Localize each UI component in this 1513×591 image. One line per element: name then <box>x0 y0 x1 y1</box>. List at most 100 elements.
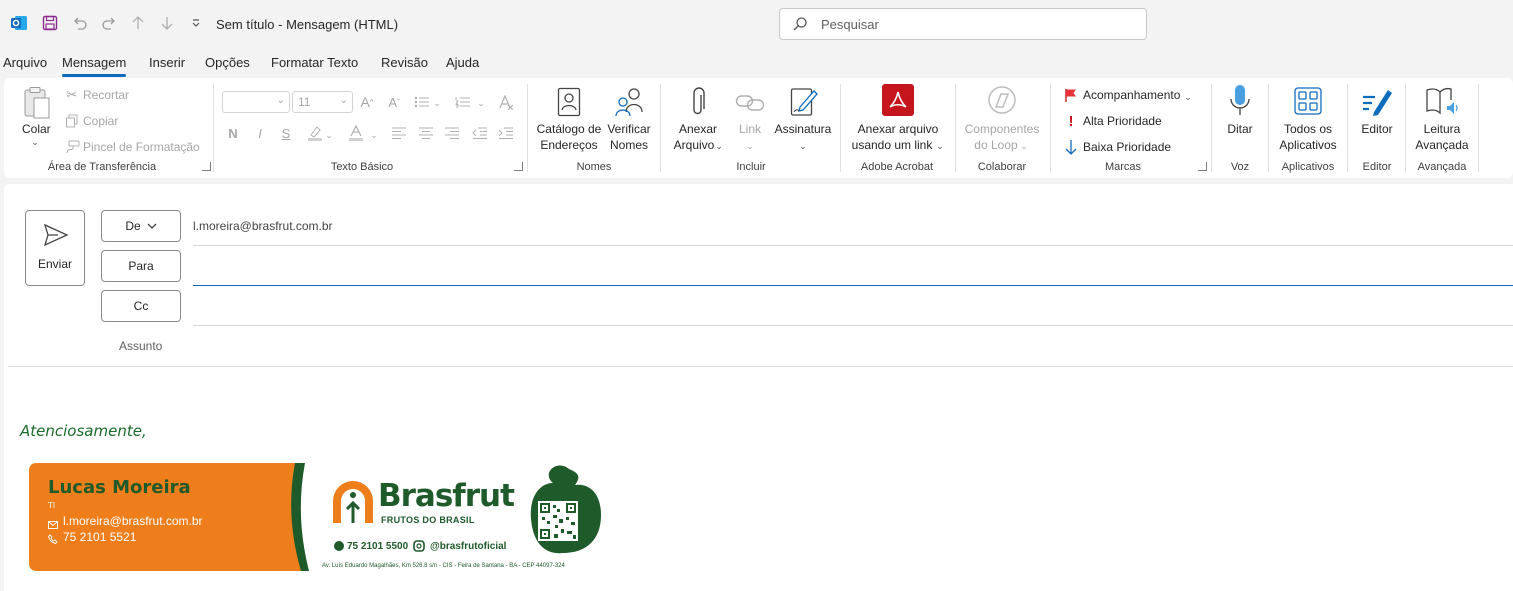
cut-button[interactable]: Recortar <box>83 87 129 103</box>
loop-components-icon[interactable] <box>986 85 1018 117</box>
chevron-down-icon[interactable]: ⌄ <box>1019 137 1029 155</box>
highlight-icon[interactable] <box>306 124 324 142</box>
align-left-icon[interactable] <box>390 124 408 142</box>
search-box[interactable]: Pesquisar <box>779 8 1147 40</box>
low-importance-icon <box>1062 138 1080 156</box>
paste-chevron-icon[interactable]: ⌄ <box>28 136 42 148</box>
signature-icon[interactable] <box>789 86 819 118</box>
numbering-icon[interactable] <box>454 93 472 111</box>
bullets-icon[interactable] <box>413 93 431 111</box>
loop-label-2[interactable]: do Loop <box>968 137 1024 153</box>
chevron-down-icon[interactable]: ⌄ <box>324 126 334 144</box>
copy-button[interactable]: Copiar <box>83 113 118 129</box>
chevron-down-icon[interactable]: ⌄ <box>476 94 486 112</box>
redo-icon[interactable] <box>99 13 119 33</box>
immersive-reader-label-1[interactable]: Leitura <box>1414 121 1470 137</box>
chevron-down-icon[interactable]: ⌄ <box>714 137 724 155</box>
address-book-label-2[interactable]: Endereços <box>536 137 602 153</box>
tab-arquivo[interactable]: Arquivo <box>3 55 47 70</box>
chevron-down-icon[interactable]: ⌄ <box>798 137 808 155</box>
adobe-acrobat-icon[interactable] <box>882 84 914 116</box>
font-size-value: 11 <box>298 95 311 109</box>
grow-font-icon[interactable]: A ^ <box>358 93 376 111</box>
address-book-icon[interactable] <box>556 86 582 118</box>
immersive-reader-label-2[interactable]: Avançada <box>1414 137 1470 153</box>
link-label[interactable]: Link <box>737 121 763 137</box>
dictate-label[interactable]: Ditar <box>1224 121 1256 137</box>
customize-toolbar-icon[interactable] <box>186 13 206 33</box>
signature-email[interactable]: l.moreira@brasfrut.com.br <box>63 514 203 528</box>
closing-text[interactable]: Atenciosamente, <box>20 422 147 440</box>
chevron-down-icon[interactable]: ⌄ <box>369 126 379 144</box>
low-importance-button[interactable]: Baixa Prioridade <box>1083 139 1171 155</box>
align-center-icon[interactable] <box>417 124 435 142</box>
clear-formatting-icon[interactable] <box>497 93 515 111</box>
tab-ajuda[interactable]: Ajuda <box>446 55 479 70</box>
font-size-combo[interactable]: 11 ⌄ <box>292 91 353 113</box>
signature-label[interactable]: Assinatura <box>773 121 833 137</box>
format-painter-icon <box>63 138 81 156</box>
phone-icon <box>47 531 58 549</box>
format-painter-button[interactable]: Pincel de Formatação <box>83 139 200 155</box>
all-apps-icon[interactable] <box>1292 86 1324 116</box>
check-names-label-2[interactable]: Nomes <box>605 137 653 153</box>
tags-launcher-icon[interactable] <box>1198 162 1207 171</box>
tab-revisao[interactable]: Revisão <box>381 55 428 70</box>
tab-opcoes[interactable]: Opções <box>205 55 250 70</box>
cc-input[interactable] <box>193 292 1513 324</box>
to-button[interactable]: Para <box>101 250 181 282</box>
loop-label-1[interactable]: Componentes <box>964 121 1040 137</box>
editor-label[interactable]: Editor <box>1358 121 1396 137</box>
font-color-icon[interactable] <box>347 124 365 142</box>
instagram-handle: @brasfrutoficial <box>430 541 507 552</box>
attach-file-label-2[interactable]: Arquivo <box>667 137 721 153</box>
arrow-down-icon[interactable] <box>157 13 177 33</box>
high-importance-button[interactable]: Alta Prioridade <box>1083 113 1162 129</box>
tab-formatar-texto[interactable]: Formatar Texto <box>271 55 358 70</box>
chevron-down-icon[interactable]: ⌄ <box>935 137 945 155</box>
all-apps-label-1[interactable]: Todos os <box>1278 121 1338 137</box>
bold-icon[interactable]: N <box>224 124 242 142</box>
paste-label[interactable]: Colar <box>22 121 51 137</box>
subject-placeholder[interactable]: Assunto <box>119 339 162 353</box>
increase-indent-icon[interactable] <box>497 124 515 142</box>
tab-mensagem[interactable]: Mensagem <box>62 55 127 77</box>
address-book-label-1[interactable]: Catálogo de <box>536 121 602 137</box>
basic-text-launcher-icon[interactable] <box>514 162 523 171</box>
chevron-down-icon[interactable]: ⌄ <box>745 137 755 155</box>
chevron-down-icon[interactable]: ⌄ <box>1183 88 1193 106</box>
send-button[interactable]: Enviar <box>25 210 85 286</box>
link-icon[interactable] <box>735 90 765 116</box>
company-phone: 75 2101 5500 <box>347 541 409 552</box>
undo-icon[interactable] <box>70 13 90 33</box>
paperclip-icon[interactable] <box>686 86 710 118</box>
font-name-combo[interactable]: ⌄ <box>222 91 290 113</box>
attach-link-label-2[interactable]: usando um link <box>849 137 935 153</box>
decrease-indent-icon[interactable] <box>471 124 489 142</box>
check-names-icon[interactable] <box>614 86 646 118</box>
tab-inserir[interactable]: Inserir <box>149 55 185 70</box>
align-right-icon[interactable] <box>443 124 461 142</box>
from-button[interactable]: De <box>101 210 181 242</box>
paste-icon[interactable] <box>22 86 52 120</box>
immersive-reader-icon[interactable] <box>1424 86 1460 116</box>
shrink-font-icon[interactable]: Aˇ <box>385 93 403 111</box>
cc-button[interactable]: Cc <box>101 290 181 322</box>
save-icon[interactable] <box>40 13 60 33</box>
arrow-up-icon[interactable] <box>128 13 148 33</box>
microphone-icon[interactable] <box>1227 84 1253 118</box>
all-apps-label-2[interactable]: Aplicativos <box>1278 137 1338 153</box>
clipboard-launcher-icon[interactable] <box>202 162 211 171</box>
to-label: Para <box>128 259 154 273</box>
editor-icon[interactable] <box>1360 85 1394 117</box>
group-label-voice: Voz <box>1230 161 1250 173</box>
attach-file-label-1[interactable]: Anexar <box>671 121 725 137</box>
check-names-label-1[interactable]: Verificar <box>605 121 653 137</box>
group-label-apps: Aplicativos <box>1281 161 1335 173</box>
attach-link-label-1[interactable]: Anexar arquivo <box>852 121 944 137</box>
chevron-down-icon[interactable]: ⌄ <box>432 94 442 112</box>
underline-icon[interactable]: S <box>277 124 295 142</box>
to-input[interactable] <box>193 252 1513 284</box>
italic-icon[interactable]: I <box>251 124 269 142</box>
follow-up-button[interactable]: Acompanhamento <box>1083 87 1180 103</box>
